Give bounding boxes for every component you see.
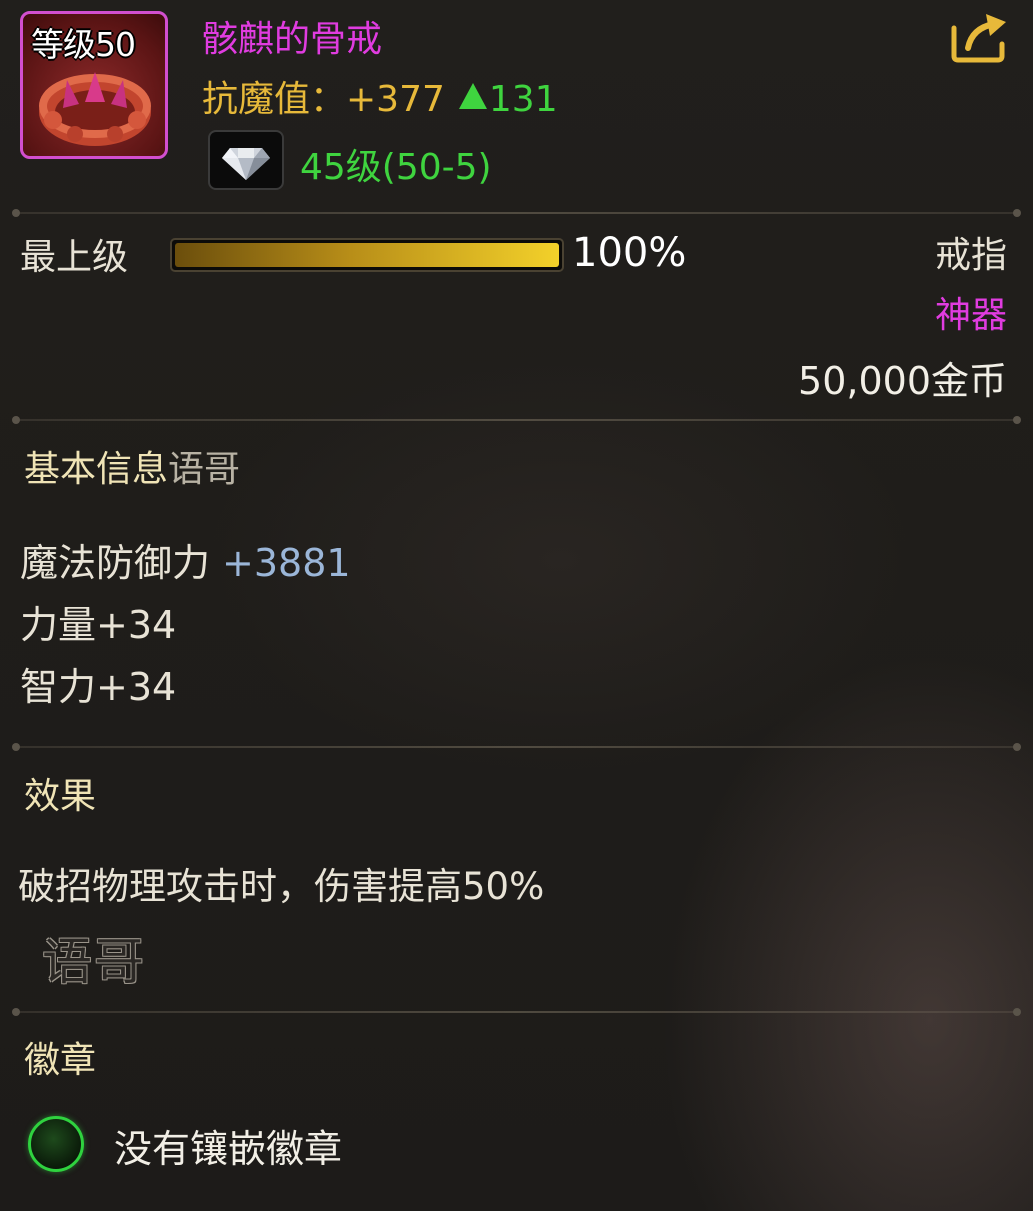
- attribute-strength: 力量+34: [20, 603, 177, 647]
- effect-description: 破招物理攻击时，伤害提高50%: [18, 865, 545, 908]
- item-level-badge: 等级50: [31, 25, 136, 64]
- basic-info-title: 基本信息语哥: [24, 440, 240, 492]
- diamond-gem-icon: [222, 148, 270, 180]
- item-type: 戒指: [934, 235, 1007, 276]
- divider: [12, 209, 1021, 217]
- magic-resist-stat: 抗魔值：+377 131: [202, 70, 558, 122]
- refine-grade-label: 最上级: [20, 237, 129, 278]
- badge-status: 没有镶嵌徽章: [114, 1127, 343, 1171]
- basic-info-title-suffix: 语哥: [168, 449, 241, 490]
- attribute-magic-defense: 魔法防御力 +3881: [20, 532, 351, 587]
- divider: [12, 743, 1021, 751]
- item-icon[interactable]: 等级50: [20, 11, 168, 159]
- item-price: 50,000金币: [798, 359, 1007, 403]
- watermark: 语哥: [42, 933, 146, 991]
- bone-ring-icon: [39, 72, 151, 146]
- badge-title: 徽章: [24, 1040, 97, 1081]
- divider: [12, 416, 1021, 424]
- stat-increase: 131: [458, 79, 558, 120]
- gem-level: 45级(50-5): [300, 147, 492, 188]
- item-quality: 神器: [934, 295, 1007, 336]
- refine-progress-bar: [170, 238, 564, 272]
- attribute-value: +3881: [222, 541, 351, 585]
- gem-slot[interactable]: [208, 130, 284, 190]
- refine-progress-fill: [175, 243, 559, 267]
- share-button[interactable]: [946, 12, 1010, 64]
- stat-increase-value: 131: [488, 79, 558, 120]
- item-tooltip-panel: 等级50 骸麒的骨戒 抗魔值：+377 131 45级(50-5) 最上级 100…: [0, 0, 1033, 1211]
- item-name: 骸麒的骨戒: [202, 19, 383, 60]
- effect-title: 效果: [24, 776, 97, 817]
- refine-progress-text: 100%: [572, 230, 687, 276]
- divider: [12, 1008, 1021, 1016]
- share-export-icon: [951, 14, 1006, 63]
- attribute-name: 魔法防御力: [20, 541, 211, 585]
- attribute-intelligence: 智力+34: [20, 665, 177, 709]
- magic-resist-label: 抗魔值：+377: [202, 79, 445, 120]
- up-arrow-icon: [458, 83, 487, 109]
- basic-info-title-text: 基本信息: [24, 449, 169, 490]
- badge-slot[interactable]: [28, 1116, 84, 1172]
